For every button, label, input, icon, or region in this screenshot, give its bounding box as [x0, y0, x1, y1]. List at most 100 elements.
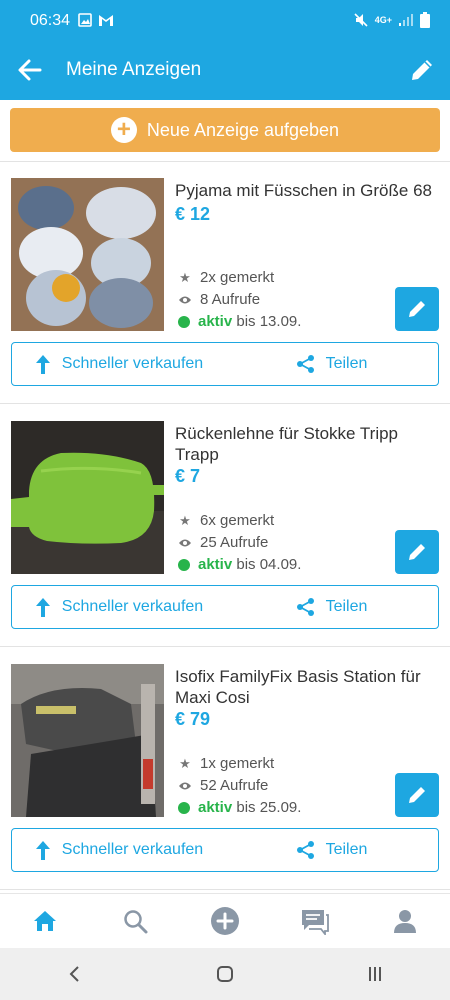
active-until: bis 13.09. — [236, 313, 302, 330]
arrow-up-icon — [35, 355, 50, 374]
recents-icon — [369, 967, 381, 981]
arrow-up-icon — [35, 598, 50, 617]
profile-icon — [394, 910, 416, 933]
pencil-icon — [409, 544, 425, 560]
listing-stats: ★ 6x gemerkt 25 Aufrufe aktiv bis 04.09. — [178, 510, 301, 576]
listing-image[interactable] — [11, 664, 164, 817]
home-square-icon — [217, 966, 233, 982]
chevron-left-icon — [69, 966, 79, 982]
views-count: 52 Aufrufe — [200, 777, 269, 794]
status-dot-icon — [178, 802, 190, 814]
edit-listing-button[interactable] — [395, 530, 439, 574]
app-bar: Meine Anzeigen — [0, 40, 450, 100]
network-type: 4G+ — [374, 15, 392, 25]
sell-faster-label: Schneller verkaufen — [61, 355, 204, 372]
share-button[interactable]: Teilen — [225, 586, 438, 628]
share-label: Teilen — [325, 355, 368, 372]
status-badge: aktiv — [198, 556, 233, 573]
listing-card: Rückenlehne für Stokke Tripp Trapp € 7 ★… — [0, 421, 450, 661]
nav-messages[interactable] — [295, 901, 335, 941]
share-label: Teilen — [325, 841, 368, 858]
page-title: Meine Anzeigen — [66, 59, 202, 80]
add-icon — [211, 907, 239, 935]
status-dot-icon — [178, 559, 190, 571]
saved-count: 2x gemerkt — [200, 269, 275, 286]
listing-image[interactable] — [11, 421, 164, 574]
divider — [0, 889, 450, 890]
listing-stats: ★ 1x gemerkt 52 Aufrufe aktiv bis 25.09. — [178, 753, 301, 819]
star-icon: ★ — [179, 270, 191, 285]
nav-search[interactable] — [115, 901, 155, 941]
system-home-button[interactable] — [205, 954, 245, 994]
bottom-nav — [0, 893, 450, 948]
status-badge: aktiv — [198, 313, 233, 330]
listing-price: € 7 — [175, 466, 201, 486]
new-ad-label: Neue Anzeige aufgeben — [146, 119, 340, 140]
listing-title[interactable]: Rückenlehne für Stokke Tripp Trapp — [175, 423, 443, 465]
arrow-up-icon — [35, 841, 50, 860]
listing-actions: Schneller verkaufen Teilen — [11, 342, 439, 386]
star-icon: ★ — [179, 513, 191, 528]
eye-icon — [178, 538, 192, 548]
signal-icon — [399, 14, 413, 26]
mute-icon — [354, 13, 368, 27]
share-icon — [296, 598, 314, 616]
status-dot-icon — [178, 316, 190, 328]
messages-icon — [302, 910, 329, 935]
sell-faster-button[interactable]: Schneller verkaufen — [12, 343, 225, 385]
share-button[interactable]: Teilen — [225, 829, 438, 871]
system-back-button[interactable] — [55, 954, 95, 994]
listing-title[interactable]: Isofix FamilyFix Basis Station für Maxi … — [175, 666, 443, 708]
new-ad-button[interactable]: + Neue Anzeige aufgeben — [10, 108, 440, 152]
pencil-icon — [409, 787, 425, 803]
status-time: 06:34 — [30, 12, 71, 29]
battery-icon — [420, 12, 430, 28]
arrow-left-icon — [18, 59, 42, 81]
nav-home[interactable] — [25, 901, 65, 941]
listing-price: € 12 — [175, 204, 211, 224]
sell-faster-button[interactable]: Schneller verkaufen — [12, 829, 225, 871]
listing-price: € 79 — [175, 709, 211, 729]
views-count: 8 Aufrufe — [200, 291, 261, 308]
edit-listing-button[interactable] — [395, 287, 439, 331]
eye-icon — [178, 295, 192, 305]
gmail-icon — [99, 15, 113, 26]
pencil-icon — [409, 301, 425, 317]
edit-listing-button[interactable] — [395, 773, 439, 817]
divider — [0, 161, 450, 162]
listing-card: Isofix FamilyFix Basis Station für Maxi … — [0, 664, 450, 904]
pencil-icon — [412, 60, 432, 80]
nav-profile[interactable] — [385, 901, 425, 941]
listing-card: Pyjama mit Füsschen in Größe 68 € 12 ★ 2x… — [0, 178, 450, 418]
nav-add[interactable] — [205, 901, 245, 941]
listing-stats: ★ 2x gemerkt 8 Aufrufe aktiv bis 13.09. — [178, 267, 301, 333]
sell-faster-label: Schneller verkaufen — [61, 598, 204, 615]
search-icon — [124, 910, 148, 934]
sell-faster-label: Schneller verkaufen — [61, 841, 204, 858]
star-icon: ★ — [179, 756, 191, 771]
back-button[interactable] — [14, 54, 46, 86]
plus-icon: + — [110, 117, 137, 143]
status-badge: aktiv — [198, 799, 233, 816]
share-label: Teilen — [325, 598, 368, 615]
saved-count: 1x gemerkt — [200, 755, 275, 772]
listing-actions: Schneller verkaufen Teilen — [11, 828, 439, 872]
sell-faster-button[interactable]: Schneller verkaufen — [12, 586, 225, 628]
status-bar: 06:34 4G+ — [0, 0, 450, 40]
views-count: 25 Aufrufe — [200, 534, 269, 551]
system-nav-bar — [0, 948, 450, 1000]
share-button[interactable]: Teilen — [225, 343, 438, 385]
listing-actions: Schneller verkaufen Teilen — [11, 585, 439, 629]
home-icon — [34, 911, 56, 931]
active-until: bis 25.09. — [236, 799, 302, 816]
eye-icon — [178, 781, 192, 791]
active-until: bis 04.09. — [236, 556, 302, 573]
divider — [0, 403, 450, 404]
share-icon — [296, 841, 314, 859]
edit-mode-button[interactable] — [406, 54, 438, 86]
gallery-icon — [78, 13, 92, 27]
listing-title[interactable]: Pyjama mit Füsschen in Größe 68 — [175, 180, 443, 201]
system-recents-button[interactable] — [355, 954, 395, 994]
listing-image[interactable] — [11, 178, 164, 331]
share-icon — [296, 355, 314, 373]
